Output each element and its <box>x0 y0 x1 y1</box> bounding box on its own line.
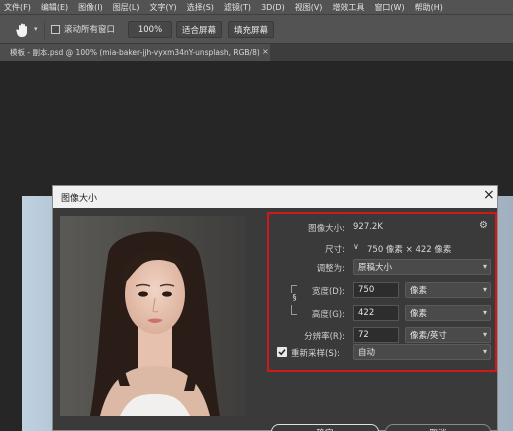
image-size-dialog: 图像大小 × 图像大小: 927.2K ⚙ 尺寸: ∨ 750 像素 × 422… <box>52 185 498 431</box>
settings-panel: 图像大小: 927.2K ⚙ 尺寸: ∨ 750 像素 × 422 像素 调整为… <box>267 212 497 372</box>
scroll-all-windows-label: 滚动所有窗口 <box>64 25 116 35</box>
fit-to-value: 原稿大小 <box>358 263 393 273</box>
scroll-all-windows-checkbox[interactable] <box>51 25 60 34</box>
close-icon[interactable]: × <box>483 187 495 203</box>
menu-help[interactable]: 帮助(H) <box>415 2 443 13</box>
options-bar: ▾ 滚动所有窗口 100% 适合屏幕 填充屏幕 <box>0 14 513 44</box>
ok-button[interactable]: 确定 <box>271 424 379 431</box>
zoom-100-button[interactable]: 100% <box>128 21 172 38</box>
width-unit-select[interactable]: 像素 ▾ <box>405 282 491 298</box>
menu-edit[interactable]: 编辑(E) <box>41 2 68 13</box>
hand-tool-icon[interactable] <box>14 21 32 39</box>
menu-layer[interactable]: 图层(L) <box>113 2 140 13</box>
width-input[interactable]: 750 <box>353 282 399 298</box>
menu-bar: 文件(F) 编辑(E) 图像(I) 图层(L) 文字(Y) 选择(S) 滤镜(T… <box>0 0 513 14</box>
height-label: 高度(G): <box>311 310 345 320</box>
chevron-down-icon: ▾ <box>482 285 487 294</box>
menu-file[interactable]: 文件(F) <box>4 2 31 13</box>
menu-view[interactable]: 视图(V) <box>295 2 323 13</box>
menu-window[interactable]: 窗口(W) <box>374 2 404 13</box>
menu-type[interactable]: 文字(Y) <box>149 2 176 13</box>
fit-to-label: 调整为: <box>316 264 345 274</box>
chevron-down-icon: ▾ <box>482 347 487 356</box>
divider <box>44 21 45 39</box>
menu-select[interactable]: 选择(S) <box>187 2 214 13</box>
resample-select[interactable]: 自动 ▾ <box>353 344 491 360</box>
resample-checkbox[interactable] <box>277 347 287 357</box>
document-tab-bar: 模板 - 副本.psd @ 100% (mia-baker-jjh-vyxm34… <box>0 44 513 61</box>
menu-3d[interactable]: 3D(D) <box>261 3 285 12</box>
height-input[interactable]: 422 <box>353 305 399 321</box>
chevron-down-icon[interactable]: ∨ <box>353 242 359 251</box>
menu-image[interactable]: 图像(I) <box>78 2 103 13</box>
width-unit-value: 像素 <box>410 286 428 296</box>
document-tab-title: 模板 - 副本.psd @ 100% (mia-baker-jjh-vyxm34… <box>10 48 260 57</box>
resolution-input[interactable]: 72 <box>353 327 399 343</box>
fit-to-select[interactable]: 原稿大小 ▾ <box>353 259 491 275</box>
resample-label: 重新采样(S): <box>291 349 340 359</box>
resample-value: 自动 <box>358 348 376 358</box>
fill-screen-button[interactable]: 填充屏幕 <box>228 21 274 38</box>
chevron-down-icon: ▾ <box>482 330 487 339</box>
width-label: 宽度(D): <box>311 287 345 297</box>
height-unit-value: 像素 <box>410 309 428 319</box>
dimensions-label: 尺寸: <box>325 245 345 255</box>
resolution-label: 分辨率(R): <box>304 332 345 342</box>
gear-icon[interactable]: ⚙ <box>479 220 488 231</box>
image-size-label: 图像大小: <box>308 224 345 234</box>
image-preview[interactable] <box>60 216 246 416</box>
checkmark-icon <box>278 349 286 356</box>
resolution-unit-select[interactable]: 像素/英寸 ▾ <box>405 327 491 343</box>
dialog-title: 图像大小 <box>61 194 98 204</box>
close-icon[interactable]: × <box>262 47 269 56</box>
image-size-value: 927.2K <box>353 222 383 232</box>
menu-plugins[interactable]: 增效工具 <box>332 2 364 13</box>
chevron-down-icon: ▾ <box>482 308 487 317</box>
tool-preset-caret-icon[interactable]: ▾ <box>34 25 38 33</box>
fit-screen-button[interactable]: 适合屏幕 <box>176 21 222 38</box>
chevron-down-icon: ▾ <box>482 262 487 271</box>
document-tab[interactable]: 模板 - 副本.psd @ 100% (mia-baker-jjh-vyxm34… <box>0 44 270 61</box>
cancel-button[interactable]: 取消 <box>385 424 491 431</box>
resolution-unit-value: 像素/英寸 <box>410 331 447 341</box>
dimensions-value: 750 像素 × 422 像素 <box>367 245 452 255</box>
height-unit-select[interactable]: 像素 ▾ <box>405 305 491 321</box>
menu-filter[interactable]: 滤镜(T) <box>224 2 251 13</box>
dialog-body: 图像大小: 927.2K ⚙ 尺寸: ∨ 750 像素 × 422 像素 调整为… <box>53 208 497 431</box>
